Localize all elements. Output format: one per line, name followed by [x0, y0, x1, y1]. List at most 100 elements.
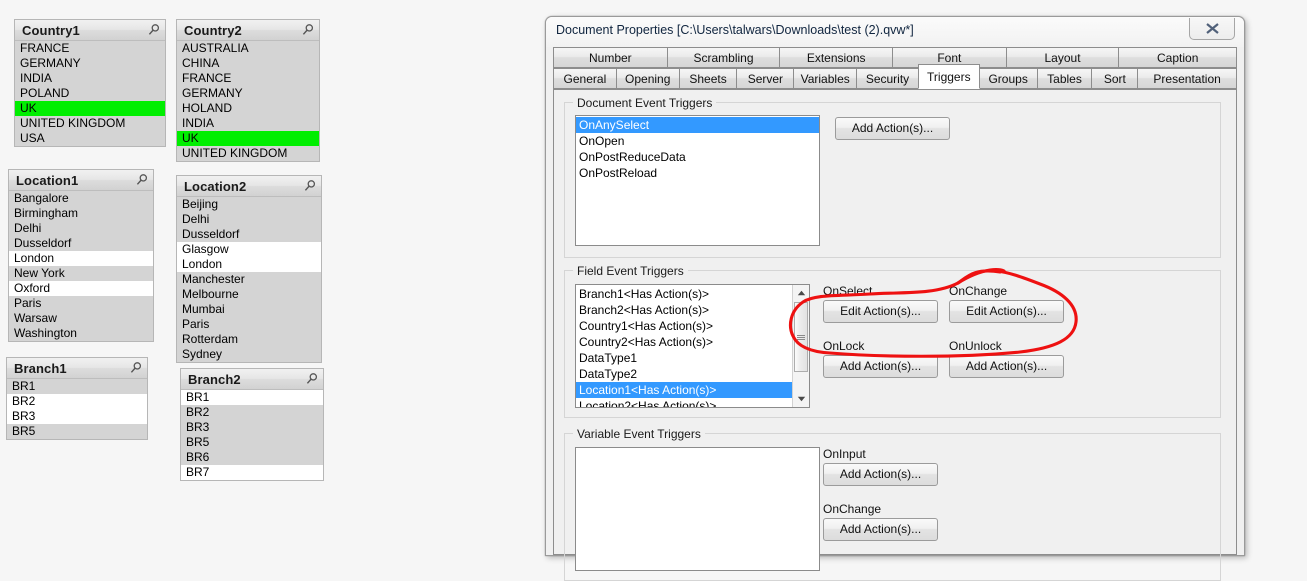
- listbox-country2[interactable]: Country2 AUSTRALIA CHINA FRANCE GERMANY …: [176, 19, 320, 162]
- listbox-caption[interactable]: Branch1: [7, 358, 147, 379]
- listbox-caption[interactable]: Location1: [9, 170, 153, 191]
- tab-variables[interactable]: Variables: [793, 68, 857, 89]
- list-item[interactable]: Melbourne: [177, 287, 321, 302]
- listbox-branch1[interactable]: Branch1 BR1 BR2 BR3 BR5: [6, 357, 148, 440]
- list-item[interactable]: USA: [15, 131, 165, 146]
- list-item[interactable]: BR6: [181, 450, 323, 465]
- listbox-caption[interactable]: Location2: [177, 176, 321, 197]
- tab-presentation[interactable]: Presentation: [1137, 68, 1237, 89]
- document-add-actions-button[interactable]: Add Action(s)...: [835, 117, 950, 140]
- tab-triggers[interactable]: Triggers: [917, 64, 980, 89]
- list-item-excluded[interactable]: Oxford: [9, 281, 153, 296]
- list-item[interactable]: Location2<Has Action(s)>: [576, 398, 792, 407]
- list-item[interactable]: Warsaw: [9, 311, 153, 326]
- list-item[interactable]: BR2: [181, 405, 323, 420]
- list-item[interactable]: Country2<Has Action(s)>: [576, 334, 792, 350]
- listbox-location1[interactable]: Location1 Bangalore Birmingham Delhi Dus…: [8, 169, 154, 342]
- tabstrip[interactable]: Number Scrambling Extensions Font Layout…: [553, 47, 1238, 89]
- list-item[interactable]: INDIA: [177, 116, 319, 131]
- list-item-excluded[interactable]: BR2: [7, 394, 147, 409]
- tab-server[interactable]: Server: [736, 68, 794, 89]
- list-item[interactable]: Delhi: [177, 212, 321, 227]
- listbox-caption[interactable]: Country2: [177, 20, 319, 41]
- close-button[interactable]: [1189, 18, 1235, 40]
- document-properties-dialog[interactable]: Document Properties [C:\Users\talwars\Do…: [545, 16, 1245, 581]
- list-item[interactable]: BR1: [7, 379, 147, 394]
- list-item-selected[interactable]: Location1<Has Action(s)>: [576, 382, 792, 398]
- tab-sort[interactable]: Sort: [1091, 68, 1138, 89]
- magnifier-icon[interactable]: [147, 23, 161, 37]
- list-item-selected[interactable]: UK: [15, 101, 165, 116]
- list-item[interactable]: Country1<Has Action(s)>: [576, 318, 792, 334]
- list-item-excluded[interactable]: BR7: [181, 465, 323, 480]
- list-item-excluded[interactable]: London: [9, 251, 153, 266]
- listbox-branch2[interactable]: Branch2 BR1 BR2 BR3 BR5 BR6 BR7: [180, 368, 324, 481]
- onlock-add-actions-button[interactable]: Add Action(s)...: [823, 355, 938, 378]
- list-item[interactable]: Branch2<Has Action(s)>: [576, 302, 792, 318]
- dialog-titlebar[interactable]: Document Properties [C:\Users\talwars\Do…: [546, 17, 1244, 47]
- variable-event-list[interactable]: [575, 447, 820, 571]
- list-item[interactable]: DataType2: [576, 366, 792, 382]
- list-item[interactable]: OnPostReload: [576, 165, 819, 181]
- list-item[interactable]: Rotterdam: [177, 332, 321, 347]
- oninput-add-actions-button[interactable]: Add Action(s)...: [823, 463, 938, 486]
- tab-extensions[interactable]: Extensions: [779, 47, 893, 68]
- list-item-selected[interactable]: OnAnySelect: [576, 117, 819, 133]
- list-item[interactable]: INDIA: [15, 71, 165, 86]
- list-item[interactable]: FRANCE: [177, 71, 319, 86]
- list-item[interactable]: Bangalore: [9, 191, 153, 206]
- tab-groups[interactable]: Groups: [979, 68, 1037, 89]
- field-event-list[interactable]: Branch1<Has Action(s)> Branch2<Has Actio…: [575, 284, 810, 408]
- list-item[interactable]: BR3: [181, 420, 323, 435]
- list-item[interactable]: UNITED KINGDOM: [177, 146, 319, 161]
- onchange-edit-actions-button[interactable]: Edit Action(s)...: [949, 300, 1064, 323]
- onselect-edit-actions-button[interactable]: Edit Action(s)...: [823, 300, 938, 323]
- listbox-caption[interactable]: Country1: [15, 20, 165, 41]
- list-item[interactable]: Manchester: [177, 272, 321, 287]
- list-item[interactable]: OnOpen: [576, 133, 819, 149]
- tab-tables[interactable]: Tables: [1036, 68, 1092, 89]
- magnifier-icon[interactable]: [129, 361, 143, 375]
- tab-sheets[interactable]: Sheets: [678, 68, 737, 89]
- list-item[interactable]: DataType1: [576, 350, 792, 366]
- list-item[interactable]: Paris: [9, 296, 153, 311]
- list-item[interactable]: OnPostReduceData: [576, 149, 819, 165]
- list-item[interactable]: Birmingham: [9, 206, 153, 221]
- list-item-excluded[interactable]: BR3: [7, 409, 147, 424]
- tab-opening[interactable]: Opening: [615, 68, 679, 89]
- magnifier-icon[interactable]: [135, 173, 149, 187]
- list-item[interactable]: Beijing: [177, 197, 321, 212]
- list-item[interactable]: Dusseldorf: [9, 236, 153, 251]
- list-item[interactable]: Sydney: [177, 347, 321, 362]
- tab-layout[interactable]: Layout: [1005, 47, 1119, 68]
- listbox-country1[interactable]: Country1 FRANCE GERMANY INDIA POLAND UK …: [14, 19, 166, 147]
- list-item[interactable]: Paris: [177, 317, 321, 332]
- list-item[interactable]: CHINA: [177, 56, 319, 71]
- list-item[interactable]: GERMANY: [15, 56, 165, 71]
- list-item[interactable]: Delhi: [9, 221, 153, 236]
- tab-scrambling[interactable]: Scrambling: [666, 47, 780, 68]
- magnifier-icon[interactable]: [303, 179, 317, 193]
- listbox-caption[interactable]: Branch2: [181, 369, 323, 390]
- list-item[interactable]: GERMANY: [177, 86, 319, 101]
- list-item-excluded[interactable]: Glasgow: [177, 242, 321, 257]
- scroll-down-arrow-icon[interactable]: [793, 391, 809, 407]
- list-item-excluded[interactable]: London: [177, 257, 321, 272]
- onunlock-add-actions-button[interactable]: Add Action(s)...: [949, 355, 1064, 378]
- list-item[interactable]: BR5: [181, 435, 323, 450]
- scrollbar-thumb[interactable]: [794, 302, 808, 372]
- list-item[interactable]: AUSTRALIA: [177, 41, 319, 56]
- list-item[interactable]: New York: [9, 266, 153, 281]
- magnifier-icon[interactable]: [305, 372, 319, 386]
- magnifier-icon[interactable]: [301, 23, 315, 37]
- list-item[interactable]: FRANCE: [15, 41, 165, 56]
- list-item[interactable]: Mumbai: [177, 302, 321, 317]
- list-item[interactable]: POLAND: [15, 86, 165, 101]
- list-item[interactable]: HOLAND: [177, 101, 319, 116]
- tab-general[interactable]: General: [553, 68, 616, 89]
- list-item[interactable]: BR5: [7, 424, 147, 439]
- tab-caption[interactable]: Caption: [1118, 47, 1238, 68]
- field-event-list-scrollbar[interactable]: [792, 285, 809, 407]
- list-item-excluded[interactable]: BR1: [181, 390, 323, 405]
- tab-number[interactable]: Number: [553, 47, 667, 68]
